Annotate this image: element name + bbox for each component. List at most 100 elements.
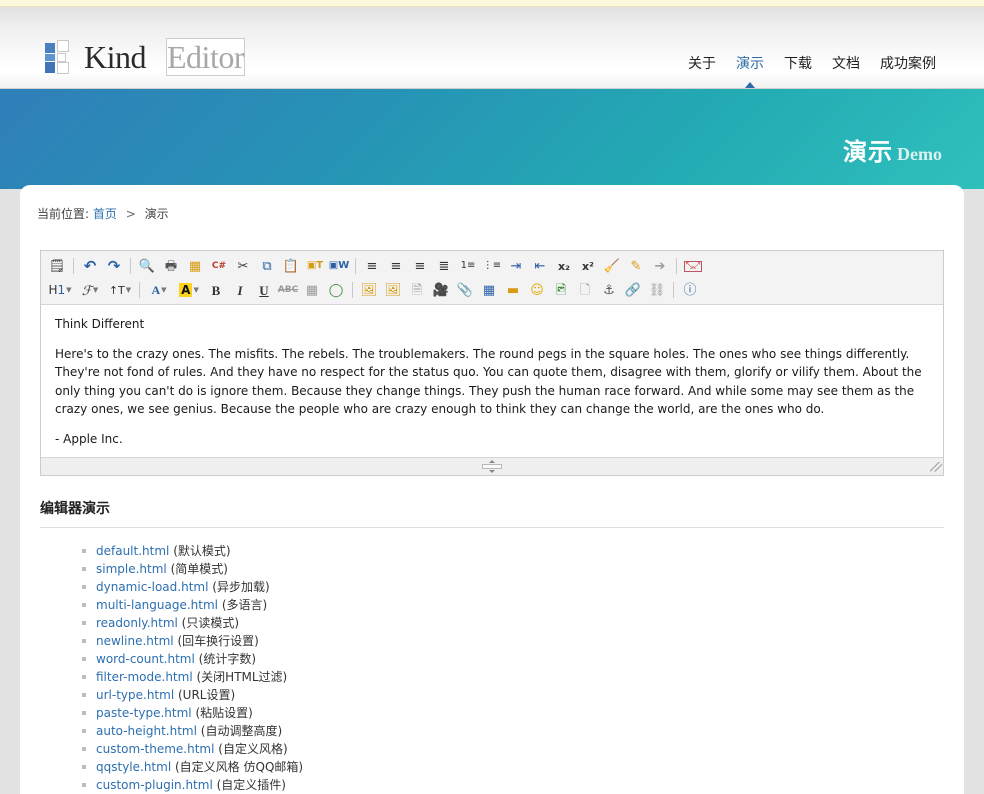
demo-link-multi-language[interactable]: multi-language.html [96,598,218,612]
copy-icon[interactable]: ⧉ [255,255,279,277]
clean-format-icon[interactable]: 🧹 [600,255,624,277]
multi-image-icon[interactable]: 🖼 [381,279,405,301]
demo-link-filter-mode[interactable]: filter-mode.html [96,670,193,684]
demo-link-newline[interactable]: newline.html [96,634,174,648]
paragraph-style-select[interactable]: H1 ▼ [45,279,75,301]
demo-note: (关闭HTML过滤) [196,669,288,684]
demo-link-paste-type[interactable]: paste-type.html [96,706,192,720]
image-icon[interactable]: 🖼 [357,279,381,301]
editor-attribution: - Apple Inc. [55,431,123,446]
paste-text-icon[interactable]: ▣T [303,255,327,277]
justify-full-icon[interactable]: ≣ [432,255,456,277]
editor-content-area[interactable]: Think Different Here's to the crazy ones… [41,305,943,457]
pagebreak-icon[interactable]: 🖻 [549,279,573,301]
background-color-picker[interactable]: A ▼ [174,279,204,301]
bold-icon[interactable]: B [204,279,228,301]
emoticons-icon[interactable]: ☺ [525,279,549,301]
superscript-icon[interactable]: x² [576,255,600,277]
anchor-icon[interactable]: ⚓ [597,279,621,301]
main-nav: 关于 演示 下载 文档 成功案例 [688,53,936,88]
code-icon[interactable]: C# [207,255,231,277]
demo-link-auto-height[interactable]: auto-height.html [96,724,197,738]
fullscreen-icon[interactable]: ⤡⤢ [681,255,705,277]
vertical-resize-handle[interactable] [479,459,505,473]
indent-icon[interactable]: ⇥ [504,255,528,277]
select-all-icon[interactable]: ➔ [648,255,672,277]
font-size-select[interactable]: ↑T ▼ [105,279,135,301]
italic-icon[interactable]: I [228,279,252,301]
banner-title-en: Demo [897,144,942,164]
paste-word-icon[interactable]: ▣W [327,255,351,277]
nav-item-demo[interactable]: 演示 [736,53,764,88]
template-icon[interactable]: ▦ [183,255,207,277]
toolbar-row-2: H1 ▼ ℱ ▼ ↑T ▼ A ▼ A ▼ B I U ABC ▦ ◯ 🖼 🖼 🗎 🎥 📎… [45,278,939,302]
nav-active-arrow-icon [745,82,755,88]
demo-link-dynamic-load[interactable]: dynamic-load.html [96,580,208,594]
underline-icon[interactable]: U [252,279,276,301]
demo-note: (自定义风格) [218,741,288,756]
toolbar-row-1: 🗒 ↶ ↷ 🔍 🖶 ▦ C# ✂ ⧉ 📋 ▣T ▣W ≡ ≡ ≡ ≣ 1≡ ⋮≡… [45,254,939,278]
print-icon[interactable]: 🖶 [159,255,183,277]
nav-item-download[interactable]: 下载 [784,53,812,75]
demo-link-url-type[interactable]: url-type.html [96,688,174,702]
site-logo[interactable]: Kind Editor [45,38,265,76]
file-icon[interactable]: 📎 [453,279,477,301]
demo-note: (回车换行设置) [177,633,259,648]
remove-format-icon[interactable]: ▦ [300,279,324,301]
breadcrumb-prefix: 当前位置: [37,207,90,221]
hr-icon[interactable]: ▬ [501,279,525,301]
demo-link-default[interactable]: default.html [96,544,169,558]
justify-center-icon[interactable]: ≡ [384,255,408,277]
list-item: word-count.html (统计字数) [82,650,964,668]
formatting-marks-icon[interactable]: ✎ [624,255,648,277]
banner-title-cn: 演示 [843,138,894,166]
undo-icon[interactable]: ↶ [78,255,102,277]
demo-note: (粘贴设置) [195,705,253,720]
nav-item-cases[interactable]: 成功案例 [880,53,936,75]
font-family-select[interactable]: ℱ ▼ [75,279,105,301]
strikethrough-icon[interactable]: ABC [276,279,300,301]
doc-icon[interactable]: 🗋 [573,279,597,301]
banner-title: 演示 Demo [843,132,942,167]
corner-resize-handle[interactable] [930,462,942,474]
preview-icon[interactable]: 🔍 [135,255,159,277]
paste-icon[interactable]: 📋 [279,255,303,277]
breadcrumb-home-link[interactable]: 首页 [93,207,117,221]
link-icon[interactable]: 🔗 [621,279,645,301]
demo-link-simple[interactable]: simple.html [96,562,167,576]
demo-link-word-count[interactable]: word-count.html [96,652,195,666]
justify-right-icon[interactable]: ≡ [408,255,432,277]
table-icon[interactable]: ▦ [477,279,501,301]
media-icon[interactable]: 🎥 [429,279,453,301]
justify-left-icon[interactable]: ≡ [360,255,384,277]
breadcrumb: 当前位置: 首页 > 演示 [20,185,964,222]
separator [73,258,74,274]
unlink-icon[interactable]: ⛓ [645,279,669,301]
list-item: qqstyle.html (自定义风格 仿QQ邮箱) [82,758,964,776]
flash-icon[interactable]: 🗎 [405,279,429,301]
demo-link-qqstyle[interactable]: qqstyle.html [96,760,171,774]
list-item: custom-theme.html (自定义风格) [82,740,964,758]
eraser-icon[interactable]: ◯ [324,279,348,301]
text-color-picker[interactable]: A ▼ [144,279,174,301]
nav-item-about[interactable]: 关于 [688,53,716,75]
subscript-icon[interactable]: x₂ [552,255,576,277]
demo-note: (自定义风格 仿QQ邮箱) [175,759,304,774]
site-header: Kind Editor 关于 演示 下载 文档 成功案例 [0,7,984,89]
unordered-list-icon[interactable]: ⋮≡ [480,255,504,277]
nav-item-docs[interactable]: 文档 [832,53,860,75]
ordered-list-icon[interactable]: 1≡ [456,255,480,277]
editor-statusbar [41,456,943,475]
list-item: dynamic-load.html (异步加载) [82,578,964,596]
demo-note: (异步加载) [212,579,270,594]
redo-icon[interactable]: ↷ [102,255,126,277]
demo-link-readonly[interactable]: readonly.html [96,616,178,630]
kindeditor-widget: 🗒 ↶ ↷ 🔍 🖶 ▦ C# ✂ ⧉ 📋 ▣T ▣W ≡ ≡ ≡ ≣ 1≡ ⋮≡… [40,250,944,476]
demo-link-custom-theme[interactable]: custom-theme.html [96,742,214,756]
source-icon[interactable]: 🗒 [45,255,69,277]
cut-icon[interactable]: ✂ [231,255,255,277]
outdent-icon[interactable]: ⇤ [528,255,552,277]
nav-item-demo-label: 演示 [736,56,764,72]
help-icon[interactable]: ⓘ [678,279,702,301]
demo-note: (URL设置) [178,687,236,702]
